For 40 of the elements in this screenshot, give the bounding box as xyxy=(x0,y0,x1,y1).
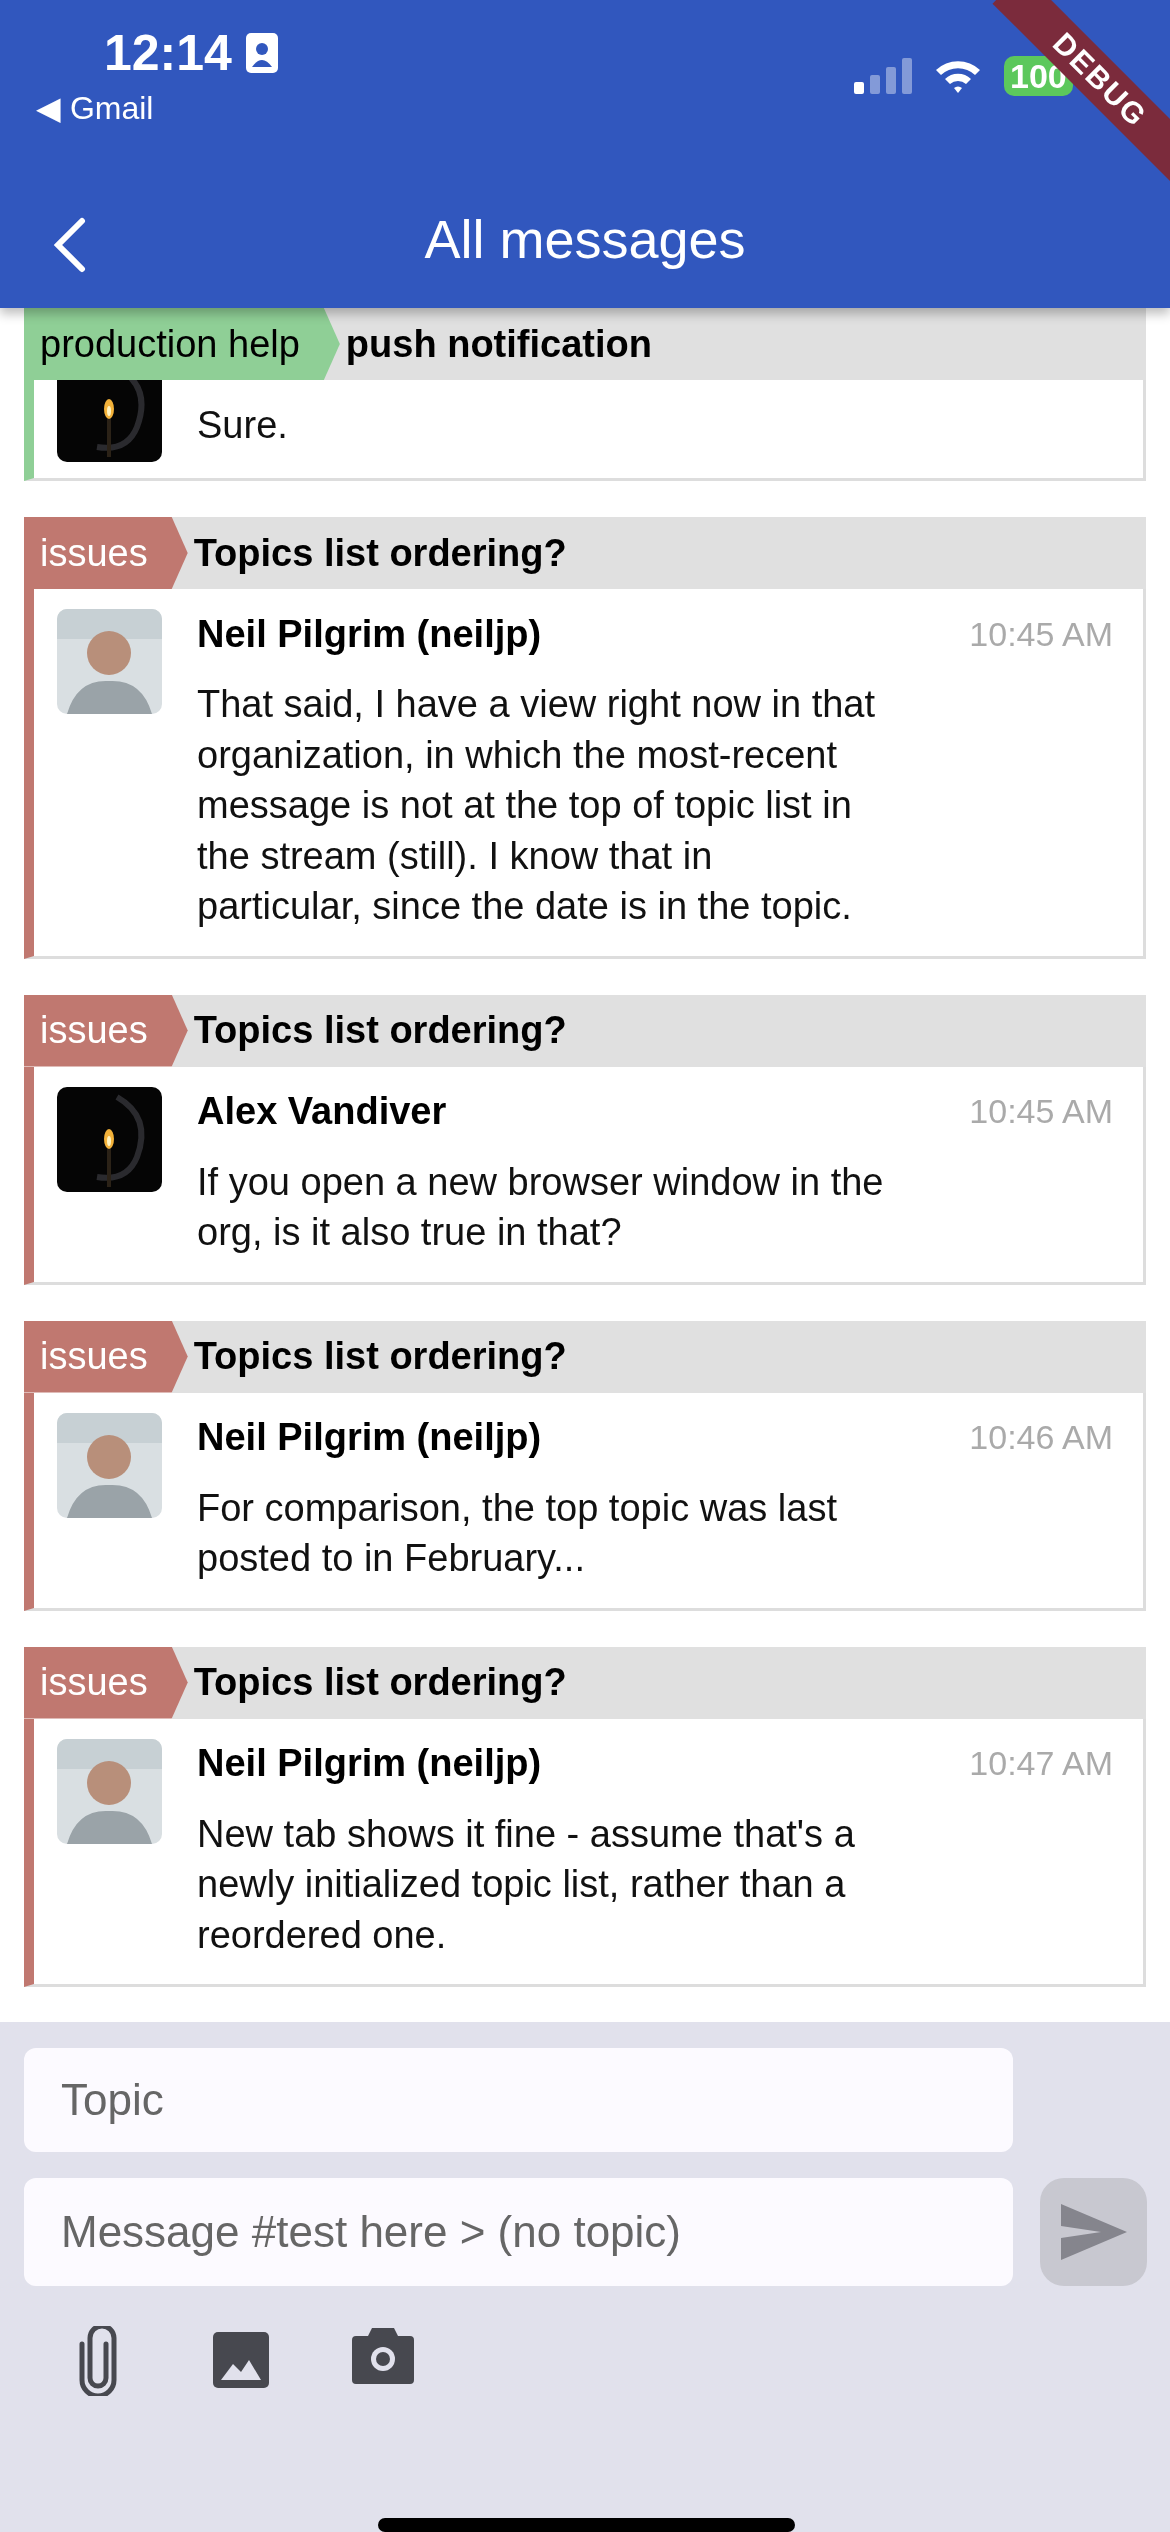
topic-header[interactable]: Topics list ordering? xyxy=(171,1320,1146,1393)
topic-header[interactable]: push notification xyxy=(323,308,1146,380)
id-badge-icon xyxy=(245,33,278,73)
message-time: 10:45 AM xyxy=(969,613,1113,655)
message-text: New tab shows it fine - assume that's a newly initialized topic list, rather than a reordered one. xyxy=(197,1811,856,1958)
paperclip-icon xyxy=(78,2326,118,2396)
message-text: That said, I have a view right now in that organization, in which the most-recent message is not at the top of topic list in the stream (still). I know that in particular, since the date is in the topic. xyxy=(197,682,877,929)
topic-name: Topics list ordering? xyxy=(193,1660,567,1705)
back-to-app-link[interactable]: ◀ Gmail xyxy=(36,92,154,124)
message-field[interactable]: Message #test here > (no topic) xyxy=(24,2178,1013,2286)
message-time: 10:46 AM xyxy=(969,1417,1113,1458)
image-button[interactable] xyxy=(213,2332,269,2388)
topic-name: Topics list ordering? xyxy=(193,1008,567,1053)
message-time: 10:47 AM xyxy=(969,1743,1113,1784)
message-text: For comparison, the top topic was last posted to in February... xyxy=(197,1485,838,1581)
camera-button[interactable] xyxy=(352,2328,414,2384)
attach-button[interactable] xyxy=(78,2326,118,2396)
sender-name: Neil Pilgrim (neiljp) xyxy=(197,1741,542,1786)
topic-header[interactable]: Topics list ordering? xyxy=(171,994,1146,1067)
topic-header[interactable]: Topics list ordering? xyxy=(171,1646,1146,1719)
image-icon xyxy=(213,2332,269,2388)
topic-header[interactable]: Topics list ordering? xyxy=(171,517,1146,589)
stream-tag[interactable]: production help xyxy=(24,308,340,380)
wifi-icon xyxy=(934,58,982,94)
topic-field[interactable]: Topic xyxy=(24,2048,1013,2152)
topic-name: push notification xyxy=(345,321,652,367)
signal-icon xyxy=(854,58,912,94)
status-time: 12:14 xyxy=(104,28,232,78)
message-time: 10:45 AM xyxy=(969,1091,1113,1132)
sender-name: Neil Pilgrim (neiljp) xyxy=(197,1415,542,1460)
message-text: Sure. xyxy=(197,403,289,448)
topic-name: Topics list ordering? xyxy=(193,1334,567,1379)
send-button[interactable] xyxy=(1040,2178,1147,2286)
sender-name: Alex Vandiver xyxy=(197,1089,447,1134)
message-text: If you open a new browser window in the org, is it also true in that? xyxy=(197,1159,885,1255)
send-icon xyxy=(1060,2204,1127,2260)
topic-name: Topics list ordering? xyxy=(193,530,567,576)
sender-name: Neil Pilgrim (neiljp) xyxy=(197,611,542,657)
back-icon xyxy=(52,217,86,273)
camera-icon xyxy=(352,2328,414,2384)
